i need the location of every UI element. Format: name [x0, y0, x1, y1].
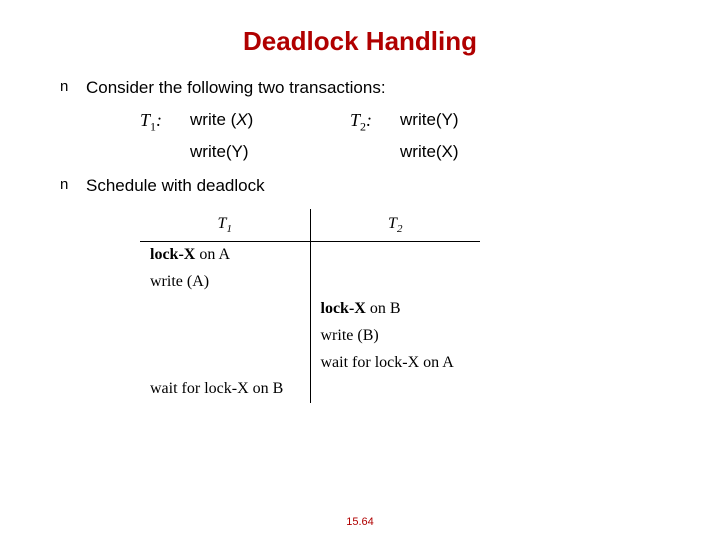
t1-op2: write(Y) [190, 139, 350, 165]
slide-title: Deadlock Handling [0, 0, 720, 75]
schedule-table: T1 T2 lock-X on A write (A) [140, 209, 480, 403]
table-row: wait for lock-X on B [140, 376, 480, 403]
table-row: write (B) [140, 323, 480, 350]
table-row: write (A) [140, 269, 480, 296]
slide-content: n Consider the following two transaction… [0, 75, 720, 403]
table-row: lock-X on A [140, 242, 480, 269]
t1-label: T1: [140, 107, 190, 136]
t2-op1: write(Y) [400, 107, 560, 136]
bullet-2: n Schedule with deadlock [60, 173, 680, 199]
t2-label: T2: [350, 107, 400, 136]
table-row: wait for lock-X on A [140, 350, 480, 377]
table-row: lock-X on B [140, 296, 480, 323]
bullet-1: n Consider the following two transaction… [60, 75, 680, 101]
schedule-table-wrap: T1 T2 lock-X on A write (A) [140, 209, 680, 403]
bullet-2-text: Schedule with deadlock [86, 173, 680, 199]
schedule-header-t1: T1 [140, 209, 310, 242]
bullet-marker: n [60, 75, 86, 98]
transactions-block: T1: write (X) T2: write(Y) write(Y) writ… [140, 107, 680, 165]
bullet-marker: n [60, 173, 86, 196]
t1-op1: write (X) [190, 107, 350, 136]
page-number: 15.64 [0, 516, 720, 528]
bullet-1-text: Consider the following two transactions: [86, 75, 680, 101]
t2-op2: write(X) [400, 139, 560, 165]
schedule-header-t2: T2 [310, 209, 480, 242]
